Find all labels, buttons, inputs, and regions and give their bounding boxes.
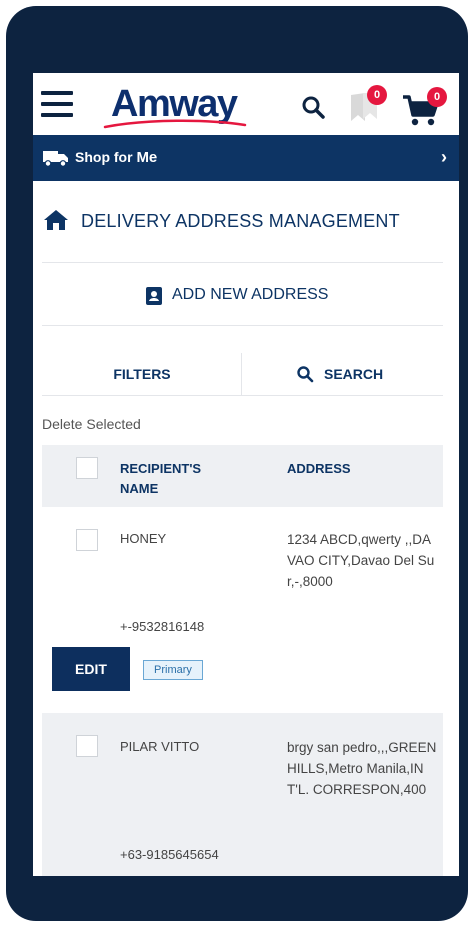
column-header-recipient: RECIPIENT'S NAME: [120, 461, 202, 496]
search-button[interactable]: SEARCH: [242, 353, 443, 395]
home-icon[interactable]: [43, 209, 69, 231]
recipient-phone: +63-9185645654: [120, 847, 219, 862]
search-icon[interactable]: [301, 95, 327, 121]
search-icon: [297, 366, 314, 383]
truck-icon: [43, 151, 68, 167]
recipient-name: PILAR VITTO: [120, 739, 200, 754]
recipient-address: 1234 ABCD,qwerty ,,DAVAO CITY,Davao Del …: [287, 532, 435, 589]
hamburger-menu-icon[interactable]: [41, 91, 73, 117]
row-checkbox[interactable]: [76, 529, 98, 551]
row-checkbox[interactable]: [76, 735, 98, 757]
divider: [42, 395, 443, 396]
filters-button[interactable]: FILTERS: [42, 353, 242, 395]
filter-search-row: FILTERS SEARCH: [42, 353, 443, 395]
search-label: SEARCH: [324, 366, 384, 382]
select-all-checkbox[interactable]: [76, 457, 98, 479]
cart-badge: 0: [427, 87, 447, 107]
page-title: DELIVERY ADDRESS MANAGEMENT: [81, 211, 400, 231]
column-header-address: ADDRESS: [287, 461, 351, 476]
add-new-address-label: ADD NEW ADDRESS: [172, 286, 329, 303]
favorites-button[interactable]: 0: [349, 85, 389, 123]
logo-swoosh-icon: [103, 119, 247, 129]
recipient-address: brgy san pedro,,,GREENHILLS,Metro Manila…: [287, 740, 437, 797]
delete-selected-link[interactable]: Delete Selected: [42, 416, 141, 432]
app-screen: Amway 0 0 Shop for Me › DELIVERY ADDRESS…: [33, 73, 459, 876]
top-header: Amway 0 0: [33, 73, 459, 135]
table-header: RECIPIENT'S NAME ADDRESS: [42, 445, 443, 507]
chevron-right-icon: ›: [441, 147, 447, 167]
edit-button[interactable]: EDIT: [52, 647, 130, 691]
primary-badge: Primary: [143, 660, 203, 680]
divider: [42, 325, 443, 326]
table-row: PILAR VITTO brgy san pedro,,,GREENHILLS,…: [42, 713, 443, 876]
address-book-icon: [146, 287, 162, 305]
shop-for-me-bar[interactable]: Shop for Me ›: [33, 135, 459, 181]
recipient-phone: +-9532816148: [120, 619, 205, 634]
table-row: HONEY 1234 ABCD,qwerty ,,DAVAO CITY,Dava…: [42, 507, 443, 713]
add-new-address-button[interactable]: ADD NEW ADDRESS: [42, 264, 443, 326]
amway-logo[interactable]: Amway: [97, 73, 257, 135]
page-title-row: DELIVERY ADDRESS MANAGEMENT: [43, 209, 443, 235]
recipient-name: HONEY: [120, 531, 167, 546]
favorites-badge: 0: [367, 85, 387, 105]
shop-for-me-label: Shop for Me: [75, 149, 158, 166]
cart-button[interactable]: 0: [401, 87, 451, 127]
divider: [42, 262, 443, 263]
phone-frame: Amway 0 0 Shop for Me › DELIVERY ADDRESS…: [6, 6, 468, 921]
